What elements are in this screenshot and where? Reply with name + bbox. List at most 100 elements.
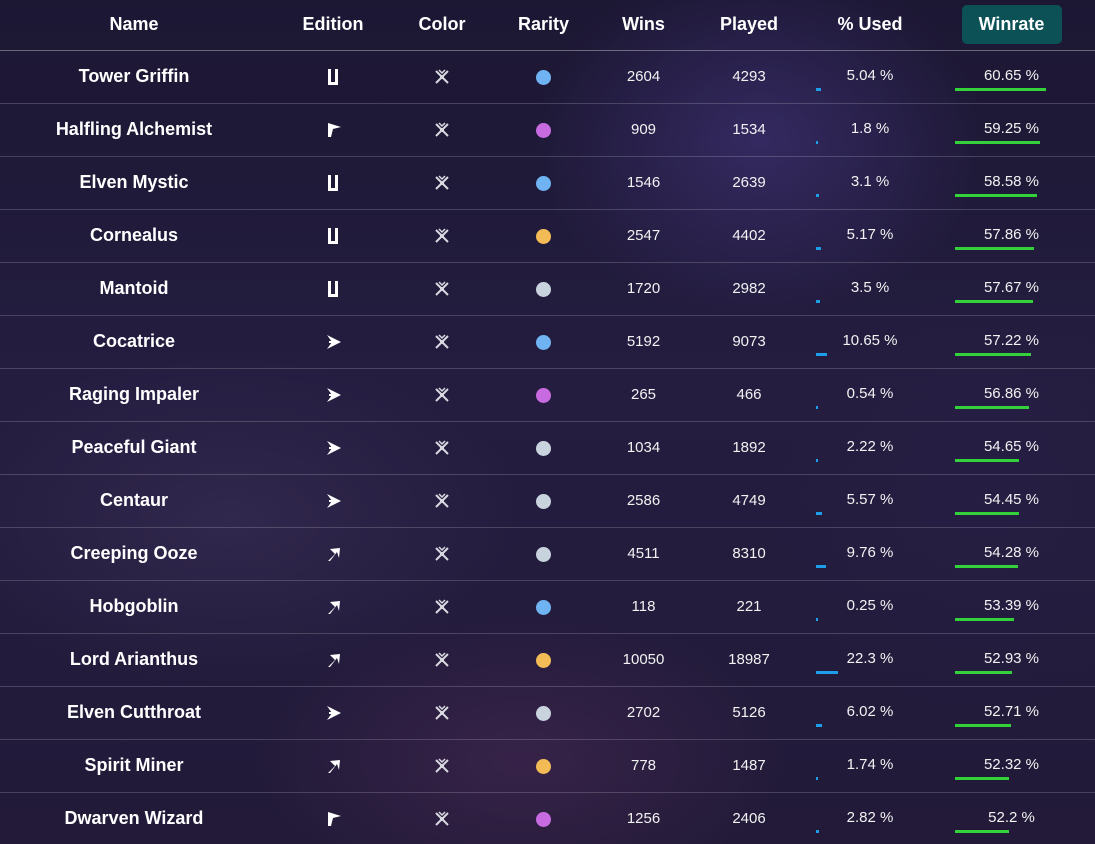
table-body: Tower Griffin 2604 4293 5.04 % 60.65 % Halfli… [0,50,1095,844]
card-name[interactable]: Lord Arianthus [0,633,268,687]
card-name[interactable]: Peaceful Giant [0,421,268,475]
color-cell [398,474,486,528]
neutral-element-icon [434,705,450,721]
edition-chaos-icon [326,386,341,404]
table-row[interactable]: Tower Griffin 2604 4293 5.04 % 60.65 % [0,50,1095,104]
color-cell [398,527,486,581]
card-name[interactable]: Elven Mystic [0,156,268,210]
rarity-legendary-dot [536,758,551,774]
played-value: 2982 [686,262,812,316]
rarity-epic-dot [536,122,551,138]
winrate-cell: 52.32 % [928,739,1095,793]
edition-reward-icon [326,757,340,775]
rarity-cell [486,315,601,369]
winrate-bar [955,564,1018,568]
rarity-cell [486,739,601,793]
used-value: 2.82 % [846,808,894,826]
winrate-value: 52.71 % [983,702,1040,720]
card-name[interactable]: Creeping Ooze [0,527,268,581]
winrate-cell: 52.2 % [928,792,1095,844]
used-bar [816,670,838,674]
used-cell: 5.17 % [812,209,928,263]
header-played[interactable]: Played [686,0,812,51]
played-value: 18987 [686,633,812,687]
edition-untamed-icon [326,121,341,139]
used-cell: 3.1 % [812,156,928,210]
edition-chaos-icon [326,439,341,457]
header-rarity[interactable]: Rarity [486,0,601,51]
color-cell [398,739,486,793]
winrate-value: 52.2 % [988,808,1035,826]
color-cell [398,262,486,316]
edition-reward-icon [326,545,340,563]
played-value: 4749 [686,474,812,528]
wins-value: 265 [601,368,686,422]
table-header-row: Name Edition Color Rarity Wins Played % … [0,0,1095,51]
table-row[interactable]: Mantoid 1720 2982 3.5 % 57.67 % [0,262,1095,316]
wins-value: 778 [601,739,686,793]
rarity-cell [486,527,601,581]
color-cell [398,156,486,210]
header-wins[interactable]: Wins [601,0,686,51]
table-row[interactable]: Raging Impaler 265 466 0.54 % 56.86 % [0,368,1095,422]
table-row[interactable]: Dwarven Wizard 1256 2406 2.82 % 52.2 % [0,792,1095,844]
card-name[interactable]: Spirit Miner [0,739,268,793]
card-name[interactable]: Dwarven Wizard [0,792,268,844]
played-value: 2639 [686,156,812,210]
header-name[interactable]: Name [0,0,268,51]
table-row[interactable]: Elven Cutthroat 2702 5126 6.02 % 52.71 % [0,686,1095,740]
winrate-value: 57.67 % [983,278,1040,296]
card-name[interactable]: Mantoid [0,262,268,316]
rarity-cell [486,103,601,157]
used-value: 22.3 % [846,649,894,667]
card-name[interactable]: Halfling Alchemist [0,103,268,157]
table-row[interactable]: Hobgoblin 118 221 0.25 % 53.39 % [0,580,1095,634]
neutral-element-icon [434,546,450,562]
winrate-cell: 52.93 % [928,633,1095,687]
table-row[interactable]: Peaceful Giant 1034 1892 2.22 % 54.65 % [0,421,1095,475]
edition-cell [268,527,398,581]
edition-chaos-icon [326,492,341,510]
winrate-cell: 52.71 % [928,686,1095,740]
card-name[interactable]: Cornealus [0,209,268,263]
neutral-element-icon [434,758,450,774]
neutral-element-icon [434,493,450,509]
card-name[interactable]: Centaur [0,474,268,528]
color-cell [398,686,486,740]
header-color[interactable]: Color [398,0,486,51]
table-row[interactable]: Cornealus 2547 4402 5.17 % 57.86 % [0,209,1095,263]
used-value: 3.1 % [850,172,890,190]
table-row[interactable]: Halfling Alchemist 909 1534 1.8 % 59.25 % [0,103,1095,157]
table-row[interactable]: Lord Arianthus 10050 18987 22.3 % 52.93 % [0,633,1095,687]
rarity-legendary-dot [536,652,551,668]
rarity-cell [486,209,601,263]
rarity-cell [486,686,601,740]
card-name[interactable]: Cocatrice [0,315,268,369]
edition-alpha-icon [326,227,340,245]
table-row[interactable]: Creeping Ooze 4511 8310 9.76 % 54.28 % [0,527,1095,581]
rarity-common-dot [536,281,551,297]
winrate-value: 52.93 % [983,649,1040,667]
card-name[interactable]: Tower Griffin [0,50,268,104]
wins-value: 1256 [601,792,686,844]
used-bar [816,564,826,568]
table-row[interactable]: Elven Mystic 1546 2639 3.1 % 58.58 % [0,156,1095,210]
used-cell: 2.82 % [812,792,928,844]
card-name[interactable]: Raging Impaler [0,368,268,422]
table-row[interactable]: Spirit Miner 778 1487 1.74 % 52.32 % [0,739,1095,793]
table-row[interactable]: Centaur 2586 4749 5.57 % 54.45 % [0,474,1095,528]
rarity-cell [486,50,601,104]
used-bar [816,829,819,833]
winrate-cell: 54.65 % [928,421,1095,475]
table-row[interactable]: Cocatrice 5192 9073 10.65 % 57.22 % [0,315,1095,369]
neutral-element-icon [434,334,450,350]
header-used[interactable]: % Used [812,0,928,51]
header-winrate-sort-button[interactable]: Winrate [961,5,1062,45]
used-value: 3.5 % [850,278,890,296]
header-edition[interactable]: Edition [268,0,398,51]
winrate-cell: 54.28 % [928,527,1095,581]
card-name[interactable]: Hobgoblin [0,580,268,634]
card-name[interactable]: Elven Cutthroat [0,686,268,740]
winrate-bar [955,829,1009,833]
played-value: 1892 [686,421,812,475]
